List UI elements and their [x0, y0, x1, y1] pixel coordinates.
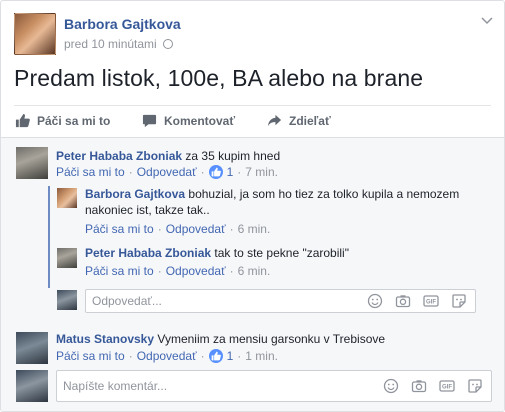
like-button[interactable]: Páči sa mi to	[15, 113, 110, 128]
comment-text: Vymeniim za mensiu garsonku v Trebisove	[157, 332, 386, 346]
comment-label: Komentovať	[164, 113, 236, 128]
commenter-name[interactable]: Matus Stanovsky	[56, 332, 154, 346]
reply-body: Barbora Gajtkova bohuzial, ja som ho tie…	[85, 186, 485, 202]
separator-dot: ·	[229, 222, 234, 236]
chevron-down-icon[interactable]	[481, 17, 493, 27]
commenter-avatar[interactable]	[16, 147, 48, 179]
separator-dot: ·	[157, 222, 162, 236]
reply-time[interactable]: 6 min.	[238, 264, 271, 278]
reply-text-line1: bohuzial, ja som ho tiez za tolko kupila…	[188, 187, 460, 201]
globe-icon	[162, 39, 173, 49]
post-time[interactable]: pred 10 minútami	[64, 37, 157, 51]
reply-reply-link[interactable]: Odpovedať	[166, 222, 226, 236]
comment-reply-link[interactable]: Odpovedať	[137, 165, 197, 179]
reply-text: tak to ste pekne "zarobili"	[214, 246, 349, 260]
like-reaction-icon[interactable]	[208, 349, 223, 363]
thumbs-up-icon	[15, 113, 30, 128]
action-bar: Páči sa mi to Komentovať Zdieľať	[14, 105, 491, 137]
reply-time[interactable]: 6 min.	[238, 222, 271, 236]
comment-body: Peter Hababa Zboniak za 35 kupim hned	[56, 148, 280, 164]
svg-text:GIF: GIF	[426, 300, 436, 306]
comment-body: Matus Stanovsky Vymeniim za mensiu garso…	[56, 331, 385, 347]
post-text: Predam listok, 100e, BA alebo na brane	[14, 65, 424, 91]
like-count[interactable]: 1	[227, 349, 234, 363]
reply-thread-rail	[48, 186, 50, 288]
share-button[interactable]: Zdieľať	[267, 113, 331, 128]
post-card: Barbora Gajtkova pred 10 minútami Predam…	[0, 0, 505, 412]
reply-avatar[interactable]	[57, 248, 77, 268]
my-avatar	[16, 370, 48, 402]
reply-input[interactable]	[92, 294, 332, 308]
share-label: Zdieľať	[289, 113, 331, 128]
separator-dot: ·	[200, 349, 205, 363]
comments-section: Peter Hababa Zboniak za 35 kupim hned Pá…	[1, 137, 504, 411]
reply-avatar[interactable]	[57, 188, 77, 208]
comment-actions: Páči sa mi to · Odpovedať · 1 · 7 min.	[56, 165, 278, 179]
reply-input-box: GIF	[85, 289, 476, 313]
comment-like-link[interactable]: Páči sa mi to	[56, 349, 125, 363]
comment-reply-link[interactable]: Odpovedať	[137, 349, 197, 363]
share-icon	[267, 113, 282, 128]
camera-icon[interactable]	[411, 378, 427, 394]
svg-text:GIF: GIF	[442, 385, 452, 391]
comment-input-icons: GIF	[383, 378, 483, 394]
smiley-icon[interactable]	[367, 293, 383, 309]
separator-dot: ·	[200, 165, 205, 179]
reply-input-icons: GIF	[367, 293, 467, 309]
post-meta: pred 10 minútami	[64, 37, 173, 51]
camera-icon[interactable]	[395, 293, 411, 309]
comment-actions: Páči sa mi to · Odpovedať · 1 · 1 min.	[56, 349, 278, 363]
like-count[interactable]: 1	[227, 165, 234, 179]
commenter-avatar[interactable]	[16, 332, 48, 364]
like-reaction-icon[interactable]	[208, 165, 223, 179]
like-label: Páči sa mi to	[37, 113, 111, 128]
separator-dot: ·	[128, 165, 133, 179]
comment-button[interactable]: Komentovať	[142, 113, 235, 128]
separator-dot: ·	[237, 349, 242, 363]
author-name[interactable]: Barbora Gajtkova	[64, 16, 181, 32]
reply-like-link[interactable]: Páči sa mi to	[85, 222, 154, 236]
sticker-icon[interactable]	[451, 293, 467, 309]
post-header: Barbora Gajtkova pred 10 minútami	[14, 13, 484, 57]
comment-text: za 35 kupim hned	[185, 149, 281, 163]
reply-author-name[interactable]: Barbora Gajtkova	[85, 187, 185, 201]
separator-dot: ·	[157, 264, 162, 278]
my-avatar	[57, 290, 77, 310]
reply-text-line2: nakoniec ist, takze tak..	[85, 203, 210, 217]
sticker-icon[interactable]	[467, 378, 483, 394]
reply-body: Peter Hababa Zboniak tak to ste pekne "z…	[85, 245, 349, 261]
author-avatar[interactable]	[14, 13, 56, 55]
reply-actions: Páči sa mi to · Odpovedať · 6 min.	[85, 264, 270, 278]
reply-actions: Páči sa mi to · Odpovedať · 6 min.	[85, 222, 270, 236]
smiley-icon[interactable]	[383, 378, 399, 394]
comment-like-link[interactable]: Páči sa mi to	[56, 165, 125, 179]
comment-input[interactable]	[63, 379, 303, 393]
reply-reply-link[interactable]: Odpovedať	[166, 264, 226, 278]
comment-time[interactable]: 1 min.	[245, 349, 278, 363]
gif-icon[interactable]: GIF	[439, 378, 455, 394]
separator-dot: ·	[229, 264, 234, 278]
commenter-name[interactable]: Peter Hababa Zboniak	[56, 149, 182, 163]
comment-icon	[142, 113, 157, 128]
comment-time[interactable]: 7 min.	[245, 165, 278, 179]
separator-dot: ·	[237, 165, 242, 179]
reply-author-name[interactable]: Peter Hababa Zboniak	[85, 246, 211, 260]
reply-like-link[interactable]: Páči sa mi to	[85, 264, 154, 278]
gif-icon[interactable]: GIF	[423, 293, 439, 309]
comment-input-box: GIF	[56, 370, 492, 402]
separator-dot: ·	[128, 349, 133, 363]
